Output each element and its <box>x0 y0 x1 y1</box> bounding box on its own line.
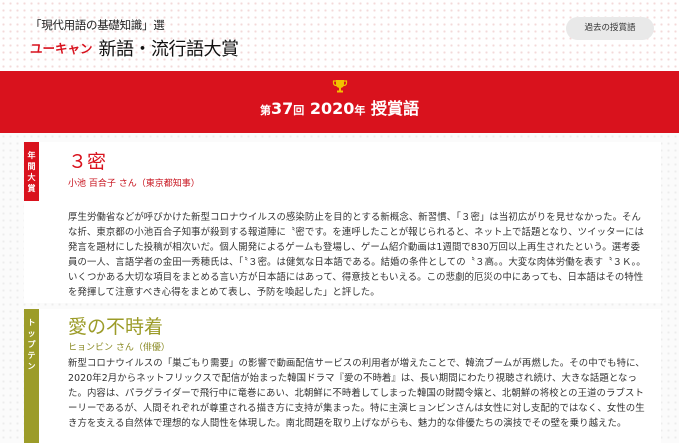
award-description: 厚生労働省などが呼びかけた新型コロナウイルスの感染防止を目的とする新概念、新習慣… <box>68 212 646 298</box>
award-word: ３密 <box>68 151 107 173</box>
category-char: ッ <box>27 329 36 338</box>
edition-prefix: 第 <box>260 104 272 117</box>
award-year: 2020 <box>309 99 355 118</box>
category-label-grand-prize: 年 間 大 賞 <box>24 142 39 201</box>
logo-subtitle: 「現代用語の基礎知識」選 <box>30 18 165 32</box>
site-logo[interactable]: ユーキャン 新語・流行語大賞 <box>30 35 239 61</box>
category-label-top-ten: ト ッ プ テ ン <box>24 309 39 443</box>
award-card: 年 間 大 賞 ３密 小池 百合子 さん（東京都知事） 厚生労働省などが呼びかけ… <box>24 142 661 303</box>
award-winner: ヒョンビン さん（俳優） <box>68 343 170 353</box>
edition-number: 37 <box>271 99 294 118</box>
category-char: 年 <box>27 151 36 160</box>
site-header: 「現代用語の基礎知識」選 ユーキャン 新語・流行語大賞 過去の授賞語 <box>0 0 679 71</box>
category-char: ン <box>27 362 36 371</box>
year-suffix: 年 <box>354 104 366 117</box>
banner-title: 第37回 2020年 授賞語 <box>0 95 679 119</box>
past-awards-button[interactable]: 過去の授賞語 <box>566 17 654 40</box>
logo-brand: ユーキャン <box>30 41 93 56</box>
award-word: 愛の不時着 <box>68 316 164 338</box>
edition-suffix: 回 <box>293 104 305 117</box>
award-description: 新型コロナウイルスの「巣ごもり需要」の影響で動画配信サービスの利用者が増えたこと… <box>68 358 645 429</box>
category-char: ト <box>27 318 36 327</box>
category-char: 大 <box>27 173 36 182</box>
category-char: テ <box>27 351 36 360</box>
logo-title: 新語・流行語大賞 <box>98 39 240 60</box>
category-char: プ <box>27 340 36 349</box>
award-winner: 小池 百合子 さん（東京都知事） <box>68 179 200 189</box>
category-char: 間 <box>27 162 36 171</box>
award-title: 授賞語 <box>370 99 419 118</box>
award-card: ト ッ プ テ ン 愛の不時着 ヒョンビン さん（俳優） 新型コロナウイルスの「… <box>24 309 661 443</box>
category-char: 賞 <box>27 184 36 193</box>
trophy-icon <box>332 78 348 93</box>
